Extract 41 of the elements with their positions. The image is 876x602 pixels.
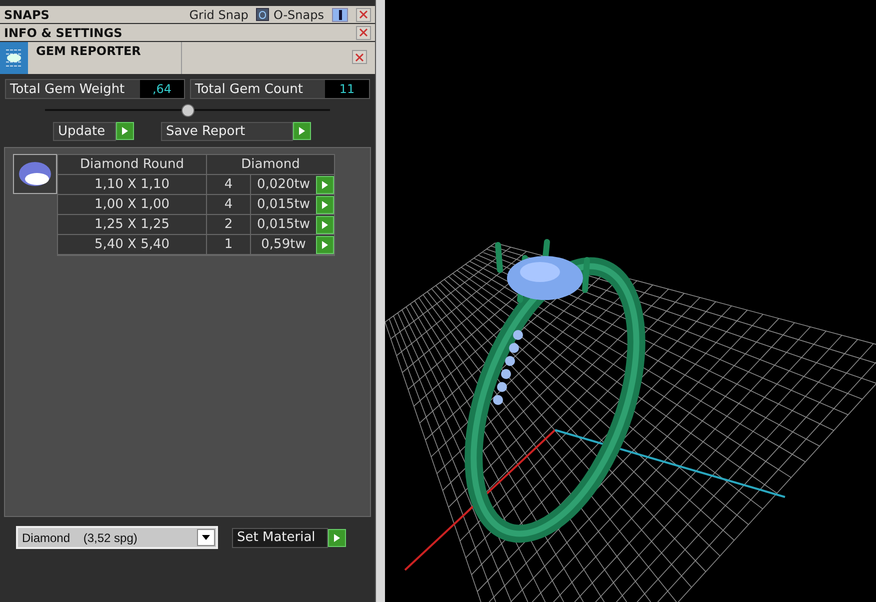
table-cell-text: 0,59tw xyxy=(260,236,307,254)
table-cell: 1,25 X 1,25 xyxy=(58,215,207,234)
table-cell: 4 xyxy=(207,175,251,194)
panel-title: SNAPS xyxy=(4,6,50,24)
grid-snap-toggle[interactable] xyxy=(256,8,270,21)
table-cell-text: 0,020tw xyxy=(256,176,311,194)
table-cell-text: 0,015tw xyxy=(256,216,311,234)
total-value: 11 xyxy=(325,80,369,98)
column-header: Diamond xyxy=(240,156,301,174)
close-icon[interactable] xyxy=(352,50,367,64)
slider[interactable] xyxy=(45,103,330,117)
total-value: ,64 xyxy=(140,80,184,98)
play-icon[interactable] xyxy=(316,176,334,194)
panel-title: GEM REPORTER xyxy=(36,42,182,74)
close-icon[interactable] xyxy=(356,8,371,22)
dropdown-value: Diamond (3,52 spg) xyxy=(21,530,138,546)
table-cell: 1,10 X 1,10 xyxy=(58,175,207,194)
o-snaps-toggle[interactable] xyxy=(332,8,348,22)
slider-thumb[interactable] xyxy=(181,104,194,116)
table-cell: 4 xyxy=(207,195,251,214)
table-cell: 1,00 X 1,00 xyxy=(58,195,207,214)
play-icon[interactable] xyxy=(316,216,334,234)
table-cell: 1 xyxy=(207,235,251,254)
grid-snap-label: Grid Snap xyxy=(189,6,248,24)
panel-title: INFO & SETTINGS xyxy=(4,24,122,42)
set-material-button[interactable]: Set Material xyxy=(232,528,328,548)
table-cell-text: 0,015tw xyxy=(256,196,311,214)
table-cell: 2 xyxy=(207,215,251,234)
table-cell: 5,40 X 5,40 xyxy=(58,235,207,254)
material-dropdown[interactable]: Diamond (3,52 spg) xyxy=(16,526,218,549)
total-label: Total Gem Count xyxy=(191,80,325,98)
play-icon[interactable] xyxy=(316,196,334,214)
o-snaps-label: O-Snaps xyxy=(273,6,324,24)
play-icon[interactable] xyxy=(328,528,346,546)
gem-report-icon xyxy=(0,42,28,74)
close-icon[interactable] xyxy=(356,26,371,40)
action-button[interactable]: Update xyxy=(53,122,116,140)
total-label: Total Gem Weight xyxy=(6,80,140,98)
action-button[interactable]: Save Report xyxy=(161,122,293,140)
column-header: Diamond Round xyxy=(58,155,207,174)
play-icon[interactable] xyxy=(316,236,334,254)
